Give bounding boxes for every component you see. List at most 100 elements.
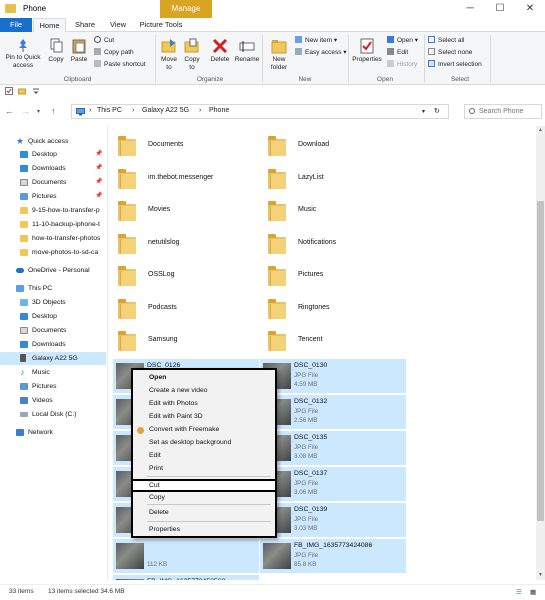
sidebar-item-folder[interactable]: 11-10-backup-iphone-t	[0, 218, 106, 231]
select-none-button[interactable]: Select none	[428, 48, 472, 57]
sidebar-item-pictures[interactable]: Pictures	[0, 380, 106, 393]
copy-path-button[interactable]: Copy path	[94, 48, 134, 57]
scroll-up-icon[interactable]: ▲	[536, 126, 545, 135]
tab-share[interactable]: Share	[68, 18, 102, 32]
back-icon[interactable]: ←	[5, 106, 14, 116]
folder-item[interactable]: Notifications	[260, 229, 410, 259]
history-button[interactable]: History	[387, 60, 417, 69]
file-item[interactable]: FB_IMG_1635773452568JPG File85.7 KB	[113, 575, 259, 580]
move-to-button[interactable]: Move to	[158, 38, 180, 72]
sidebar-item-network[interactable]: Network	[0, 426, 106, 439]
context-menu-item-delete[interactable]: Delete	[133, 507, 275, 520]
context-menu-item-copy[interactable]: Copy	[133, 492, 275, 505]
cut-button[interactable]: Cut	[94, 36, 114, 45]
minimize-button[interactable]: ─	[455, 0, 485, 18]
tab-file[interactable]: File	[0, 18, 32, 32]
folder-item[interactable]: OSSLog	[110, 261, 260, 291]
file-item[interactable]: FB_IMG_1635773424086 JPG File 85.8 KB	[260, 539, 406, 573]
sidebar-item-onedrive[interactable]: OneDrive - Personal	[0, 264, 106, 277]
breadcrumb-galaxy[interactable]: Galaxy A22 5G	[142, 107, 189, 114]
context-menu-item-edit[interactable]: Edit	[133, 450, 275, 463]
context-menu-item-edit-with-paint-3d[interactable]: Edit with Paint 3D	[133, 411, 275, 424]
sidebar-item-3d-objects[interactable]: 3D Objects	[0, 296, 106, 309]
sidebar-item-folder[interactable]: 9-15-how-to-transfer-p	[0, 204, 106, 217]
select-all-button[interactable]: Select all	[428, 36, 464, 45]
sidebar-item-videos[interactable]: Videos	[0, 394, 106, 407]
new-folder-qat-icon[interactable]	[18, 87, 26, 95]
sidebar-item-galaxy[interactable]: Galaxy A22 5G	[0, 352, 106, 365]
sidebar-item-desktop[interactable]: Desktop 📌	[0, 148, 106, 161]
context-menu-item-convert-with-freemake[interactable]: Convert with Freemake	[133, 424, 275, 437]
copy-button[interactable]: Copy	[45, 38, 67, 64]
maximize-button[interactable]: ☐	[485, 0, 515, 18]
easy-access-button[interactable]: Easy access ▾	[295, 48, 347, 57]
breadcrumb-phone[interactable]: Phone	[209, 107, 229, 114]
details-view-icon[interactable]: ☰	[516, 588, 522, 596]
search-box[interactable]	[464, 104, 542, 119]
customize-qat-icon[interactable]	[32, 87, 40, 95]
scrollbar-thumb[interactable]	[537, 201, 544, 521]
pin-icon[interactable]: 📌	[95, 148, 102, 161]
properties-button[interactable]: Properties	[351, 38, 383, 64]
up-arrow-icon[interactable]: ↑	[51, 106, 56, 116]
folder-item[interactable]: Pictures	[260, 261, 410, 291]
delete-button[interactable]: Delete	[208, 38, 232, 64]
tab-view[interactable]: View	[103, 18, 133, 32]
search-input[interactable]	[479, 106, 539, 117]
file-item[interactable]: DSC_0139 JPG File 3.03 MB	[260, 503, 406, 537]
folder-item[interactable]: Podcasts	[110, 294, 260, 324]
tab-home[interactable]: Home	[33, 18, 66, 32]
folder-item[interactable]: Download	[260, 131, 410, 161]
folder-item[interactable]: netutilslog	[110, 229, 260, 259]
address-dropdown-icon[interactable]: ▾	[422, 108, 425, 115]
folder-item[interactable]: Movies	[110, 196, 260, 226]
folder-item[interactable]: Ringtones	[260, 294, 410, 324]
folder-item[interactable]: im.thebot.messenger	[110, 164, 260, 194]
pin-icon[interactable]: 📌	[95, 162, 102, 175]
tiles-view-icon[interactable]: ▦	[530, 588, 536, 596]
file-item[interactable]: DSC_0130 JPG File 4.59 MB	[260, 359, 406, 393]
sidebar-item-downloads[interactable]: Downloads 📌	[0, 162, 106, 175]
folder-item[interactable]: LazyList	[260, 164, 410, 194]
new-folder-button[interactable]: New folder	[266, 38, 292, 72]
tab-manage[interactable]: Manage	[160, 0, 212, 18]
pin-to-quick-access-button[interactable]: Pin to Quick access	[3, 38, 43, 70]
refresh-icon[interactable]: ↻	[434, 107, 440, 115]
sidebar-item-local-disk[interactable]: Local Disk (C:)	[0, 408, 106, 421]
sidebar-item-pictures[interactable]: Pictures 📌	[0, 190, 106, 203]
sidebar-item-music[interactable]: ♪ Music	[0, 366, 106, 379]
invert-selection-button[interactable]: Invert selection	[428, 60, 482, 69]
tab-picture-tools[interactable]: Picture Tools	[135, 18, 187, 32]
recent-chevron-down-icon[interactable]: ▾	[37, 108, 40, 115]
edit-button[interactable]: Edit	[387, 48, 408, 57]
copy-to-button[interactable]: Copy to	[181, 38, 203, 72]
open-button[interactable]: Open ▾	[387, 36, 418, 45]
context-menu-item-cut[interactable]: Cut	[131, 479, 277, 492]
context-menu-item-create-a-new-video[interactable]: Create a new video	[133, 385, 275, 398]
pin-icon[interactable]: 📌	[95, 190, 102, 203]
address-bar[interactable]: › This PC › Galaxy A22 5G › Phone ▾ ↻	[71, 104, 449, 119]
file-item[interactable]: DSC_0135 JPG File 3.08 MB	[260, 431, 406, 465]
context-menu-item-set-as-desktop-background[interactable]: Set as desktop background	[133, 437, 275, 450]
sidebar-item-folder[interactable]: move-photos-to-sd-ca	[0, 246, 106, 259]
vertical-scrollbar[interactable]: ▲ ▼	[536, 126, 545, 580]
breadcrumb-this-pc[interactable]: This PC	[97, 107, 122, 114]
context-menu-item-print[interactable]: Print	[133, 463, 275, 476]
context-menu-item-edit-with-photos[interactable]: Edit with Photos	[133, 398, 275, 411]
sidebar-item-documents[interactable]: Documents	[0, 324, 106, 337]
sidebar-item-this-pc[interactable]: This PC	[0, 282, 106, 295]
sidebar-item-downloads[interactable]: Downloads	[0, 338, 106, 351]
sidebar-item-quick-access[interactable]: ★ Quick access	[0, 135, 106, 148]
paste-shortcut-button[interactable]: Paste shortcut	[94, 60, 146, 69]
pin-icon[interactable]: 📌	[95, 176, 102, 189]
context-menu-item-open[interactable]: Open	[133, 372, 275, 385]
properties-qat-icon[interactable]	[5, 87, 13, 95]
sidebar-item-folder[interactable]: how-to-transfer-photos	[0, 232, 106, 245]
sidebar-item-documents[interactable]: Documents 📌	[0, 176, 106, 189]
file-item[interactable]: DSC_0132 JPG File 2.56 MB	[260, 395, 406, 429]
folder-item[interactable]: Documents	[110, 131, 260, 161]
close-button[interactable]: ✕	[515, 0, 545, 18]
new-item-button[interactable]: New item ▾	[295, 36, 337, 45]
file-item[interactable]: DSC_0137 JPG File 3.06 MB	[260, 467, 406, 501]
sidebar-item-desktop[interactable]: Desktop	[0, 310, 106, 323]
